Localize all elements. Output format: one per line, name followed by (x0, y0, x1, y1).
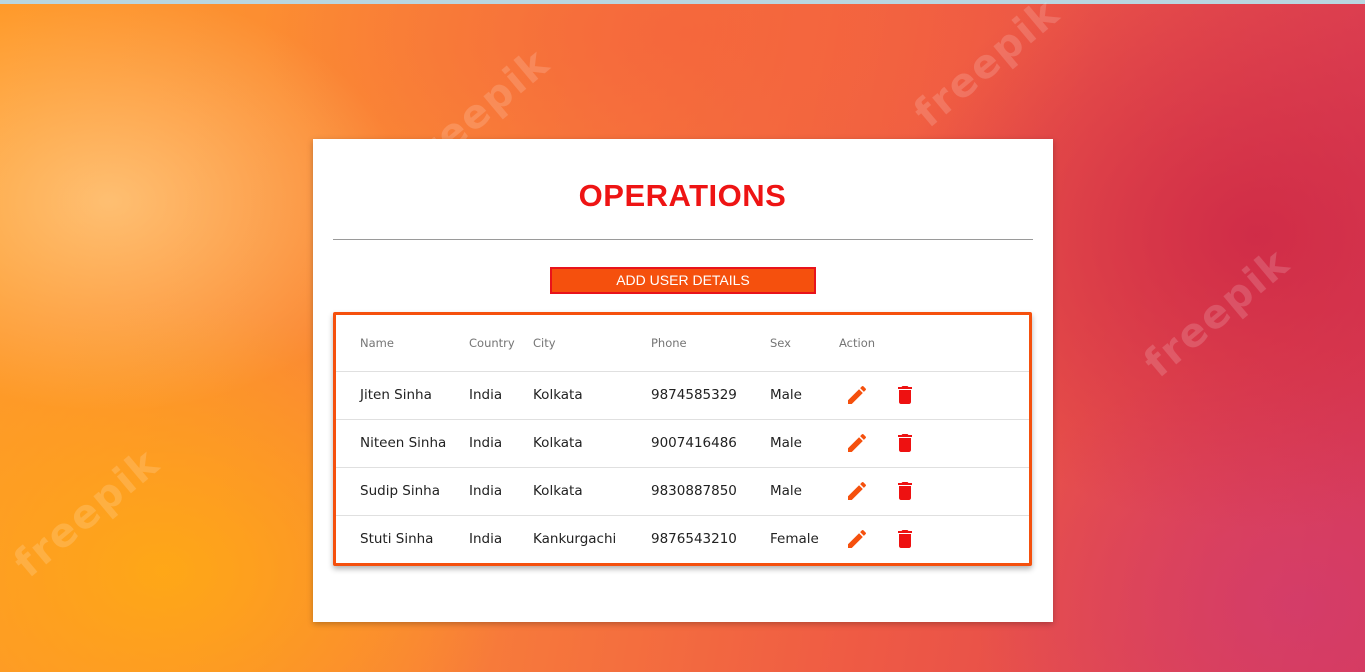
header-sex: Sex (770, 315, 839, 372)
trash-icon[interactable] (893, 431, 917, 455)
cell-actions (839, 371, 1029, 420)
cell-phone: 9876543210 (651, 531, 737, 548)
cell-actions (839, 515, 1029, 563)
table-row: Stuti Sinha India Kankurgachi 9876543210… (336, 515, 1029, 563)
cell-sex: Female (770, 531, 819, 548)
watermark: freepik (5, 439, 169, 587)
cell-actions (839, 467, 1029, 516)
page-title: OPERATIONS (578, 178, 787, 213)
cell-city: Kolkata (533, 467, 651, 516)
cell-country: India (469, 531, 503, 548)
trash-icon[interactable] (893, 527, 917, 551)
add-user-details-button[interactable]: ADD USER DETAILS (550, 267, 816, 294)
table-row: Sudip Sinha India Kolkata 9830887850 Mal… (336, 467, 1029, 516)
pencil-icon[interactable] (845, 527, 869, 551)
cell-country: India (469, 371, 533, 420)
cell-phone: 9830887850 (651, 467, 770, 516)
header-action: Action (839, 315, 1029, 372)
pencil-icon[interactable] (845, 383, 869, 407)
cell-country: India (469, 419, 533, 468)
cell-phone: 9874585329 (651, 371, 770, 420)
cell-name: Jiten Sinha (336, 371, 469, 420)
cell-name: Sudip Sinha (336, 467, 469, 516)
users-table: Name Country City Phone Sex Action Jiten… (336, 315, 1029, 563)
cell-name: Stuti Sinha (360, 531, 434, 548)
header-name: Name (336, 315, 469, 372)
cell-sex: Male (770, 419, 839, 468)
pencil-icon[interactable] (845, 479, 869, 503)
header-city: City (533, 315, 651, 372)
cell-city: Kolkata (533, 419, 651, 468)
table-body: Jiten Sinha India Kolkata 9874585329 Mal… (336, 371, 1029, 563)
cell-phone: 9007416486 (651, 419, 770, 468)
users-table-container: Name Country City Phone Sex Action Jiten… (333, 312, 1032, 566)
cell-city: Kankurgachi (533, 531, 617, 548)
cell-sex: Male (770, 371, 839, 420)
cell-name: Niteen Sinha (336, 419, 469, 468)
header-phone: Phone (651, 315, 770, 372)
window-top-strip (0, 0, 1365, 4)
title-divider (333, 239, 1033, 240)
watermark: freepik (905, 0, 1069, 137)
table-header-row: Name Country City Phone Sex Action (336, 315, 1029, 372)
cell-city: Kolkata (533, 371, 651, 420)
trash-icon[interactable] (893, 479, 917, 503)
cell-sex: Male (770, 467, 839, 516)
header-country: Country (469, 315, 533, 372)
cell-actions (839, 419, 1029, 468)
pencil-icon[interactable] (845, 431, 869, 455)
cell-country: India (469, 467, 533, 516)
table-row: Jiten Sinha India Kolkata 9874585329 Mal… (336, 371, 1029, 420)
trash-icon[interactable] (893, 383, 917, 407)
watermark: freepik (1135, 239, 1299, 387)
table-row: Niteen Sinha India Kolkata 9007416486 Ma… (336, 419, 1029, 468)
